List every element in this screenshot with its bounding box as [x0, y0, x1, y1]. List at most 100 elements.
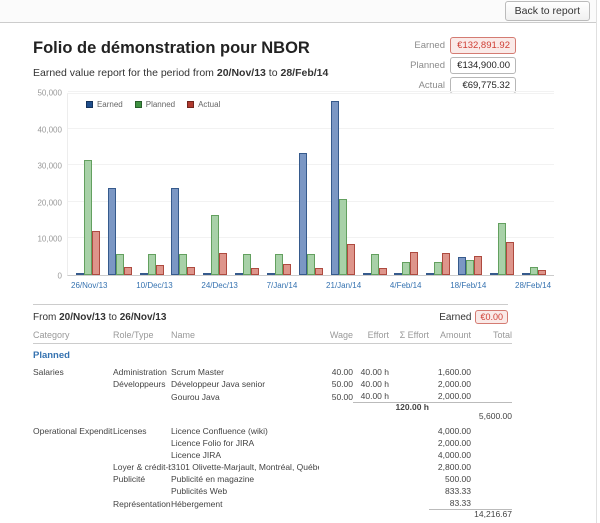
earned-label: Earned: [414, 40, 445, 51]
bar-actual: [315, 268, 323, 275]
bar-actual: [92, 231, 100, 275]
back-to-report-button[interactable]: Back to report: [505, 1, 590, 21]
table-row: DéveloppeursDéveloppeur Java senior50.00…: [33, 378, 512, 390]
bar-earned: [522, 273, 530, 275]
table-row: ReprésentationHébergement83.33: [33, 497, 512, 510]
bar-actual: [124, 267, 132, 275]
cell-role: [113, 437, 171, 449]
bar-group: [203, 215, 227, 275]
bar-group: [426, 253, 450, 275]
legend-label: Earned: [97, 100, 123, 109]
bar-group: [267, 254, 291, 275]
cell-effort: [353, 403, 389, 413]
cell-sum-effort: [389, 510, 429, 520]
y-tick-label: 40,000: [37, 125, 61, 134]
cell-amount: 2,000.00: [429, 378, 471, 390]
x-tick-label: 26/Nov/13: [71, 276, 107, 290]
cell-amount: 2,800.00: [429, 461, 471, 473]
cell-effort: [353, 461, 389, 473]
cell-total: 5,600.00: [471, 412, 512, 421]
bar-planned: [466, 260, 474, 275]
cell-total: [471, 366, 512, 378]
cell-effort: 40.00 h: [353, 390, 389, 403]
col-effort: Effort: [353, 328, 389, 344]
cell-sum-effort: [389, 449, 429, 461]
bar-group: [331, 101, 355, 275]
bar-earned: [235, 273, 243, 275]
cell-total: [471, 390, 512, 403]
cell-total: [471, 378, 512, 390]
cell-effort: 40.00 h: [353, 366, 389, 378]
cell-effort: [353, 412, 389, 421]
bar-planned: [179, 254, 187, 275]
cell-wage: [319, 425, 353, 437]
y-tick-label: 20,000: [37, 198, 61, 207]
cell-wage: 40.00: [319, 366, 353, 378]
cell-wage: [319, 412, 353, 421]
cell-wage: [319, 461, 353, 473]
table-row: Gourou Java50.0040.00 h2,000.00: [33, 390, 512, 403]
cell-wage: [319, 497, 353, 510]
cell-effort: 40.00 h: [353, 378, 389, 390]
bar-actual: [347, 244, 355, 275]
chart-plot-area: EarnedPlannedActual: [67, 93, 554, 276]
cell-category: [33, 378, 113, 390]
bar-planned: [116, 254, 124, 275]
cell-role: [113, 403, 171, 413]
cell-category: [33, 461, 113, 473]
cell-wage: [319, 449, 353, 461]
cell-category: [33, 449, 113, 461]
y-tick-label: 0: [57, 272, 61, 281]
cell-total: [471, 485, 512, 497]
gridline: [68, 91, 554, 92]
bar-earned: [394, 273, 402, 275]
cell-name: Scrum Master: [171, 366, 319, 378]
cell-role: Développeurs: [113, 378, 171, 390]
bar-earned: [458, 257, 466, 275]
bar-group: [394, 252, 418, 275]
x-tick-label: 4/Feb/14: [390, 276, 422, 290]
bar-group: [171, 188, 195, 275]
cell-name: Publicités Web: [171, 485, 319, 497]
bar-planned: [275, 254, 283, 275]
cell-sum-effort: [389, 390, 429, 403]
y-axis-labels: 50,00040,00030,00020,00010,0000: [35, 93, 67, 276]
cell-total: [471, 497, 512, 510]
cell-total: 14,216.67: [471, 510, 512, 520]
cell-amount: 833.33: [429, 485, 471, 497]
cell-role: [113, 510, 171, 520]
cell-wage: [319, 485, 353, 497]
cell-effort: [353, 497, 389, 510]
chart-legend: EarnedPlannedActual: [86, 100, 232, 109]
x-tick-label: 10/Dec/13: [136, 276, 172, 290]
detail-period-start: 20/Nov/13: [59, 312, 106, 323]
bar-planned: [530, 267, 538, 275]
bar-actual: [474, 256, 482, 275]
cell-category: [33, 510, 113, 520]
bar-earned: [331, 101, 339, 275]
cell-wage: 50.00: [319, 378, 353, 390]
cell-wage: [319, 473, 353, 485]
bar-earned: [299, 153, 307, 275]
detail-earned-value: €0.00: [475, 310, 508, 324]
cell-role: Représentation: [113, 497, 171, 510]
cell-amount: 4,000.00: [429, 425, 471, 437]
x-tick-label: 28/Feb/14: [515, 276, 551, 290]
cell-total: [471, 437, 512, 449]
bar-group: [140, 254, 164, 275]
y-tick-label: 30,000: [37, 162, 61, 171]
cell-wage: [319, 437, 353, 449]
cell-sum-effort: 120.00 h: [389, 403, 429, 413]
bar-group: [299, 153, 323, 275]
x-tick-label: 7/Jan/14: [267, 276, 298, 290]
bar-group: [490, 223, 514, 275]
cell-name: Licence Folio for JIRA: [171, 437, 319, 449]
period-end-date: 28/Feb/14: [280, 67, 328, 79]
bar-group: [522, 267, 546, 275]
cell-category: [33, 390, 113, 403]
legend-label: Actual: [198, 100, 220, 109]
x-tick-label: [361, 276, 390, 290]
section-row-planned: Planned: [33, 344, 512, 367]
to-label: to: [106, 312, 120, 323]
cell-amount: [429, 412, 471, 421]
